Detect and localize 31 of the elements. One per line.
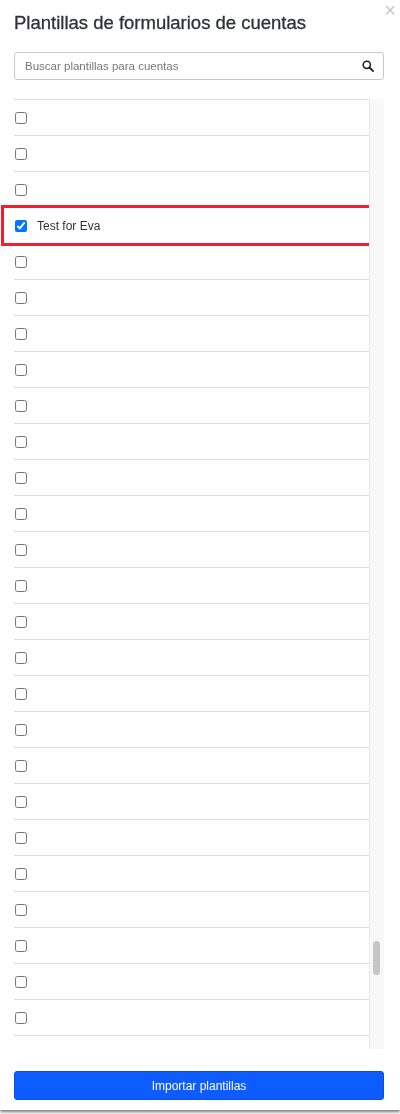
checkbox[interactable] <box>15 471 27 484</box>
checkbox[interactable] <box>15 255 27 268</box>
checkbox[interactable] <box>15 795 27 808</box>
checkbox[interactable] <box>15 759 27 772</box>
checkbox[interactable] <box>15 543 27 556</box>
checkbox[interactable] <box>15 147 27 160</box>
template-name[interactable]: Test for Eva <box>37 218 101 233</box>
checkbox[interactable] <box>15 219 27 232</box>
checkbox[interactable] <box>15 291 27 304</box>
checkbox[interactable] <box>15 399 27 412</box>
checkbox[interactable] <box>15 903 27 916</box>
search-icon <box>362 60 374 72</box>
checkbox[interactable] <box>15 1011 27 1024</box>
checkbox[interactable] <box>15 723 27 736</box>
checkbox[interactable] <box>15 939 27 952</box>
checkbox[interactable] <box>15 831 27 844</box>
checkbox[interactable] <box>15 183 27 196</box>
search-field[interactable]: Buscar plantillas para cuentas <box>14 52 384 80</box>
checkbox[interactable] <box>15 867 27 880</box>
checkbox[interactable] <box>15 687 27 700</box>
checkbox[interactable] <box>15 975 27 988</box>
checkbox[interactable] <box>15 615 27 628</box>
dialog-title: Plantillas de formularios de cuentas <box>14 12 307 34</box>
checkbox[interactable] <box>15 363 27 376</box>
import-button[interactable]: Importar plantillas <box>14 1071 384 1100</box>
checkbox[interactable] <box>15 507 27 520</box>
checkbox[interactable] <box>15 651 27 664</box>
checkbox[interactable] <box>15 327 27 340</box>
checkbox[interactable] <box>15 435 27 448</box>
checkbox[interactable] <box>15 111 27 124</box>
checkbox[interactable] <box>15 579 27 592</box>
